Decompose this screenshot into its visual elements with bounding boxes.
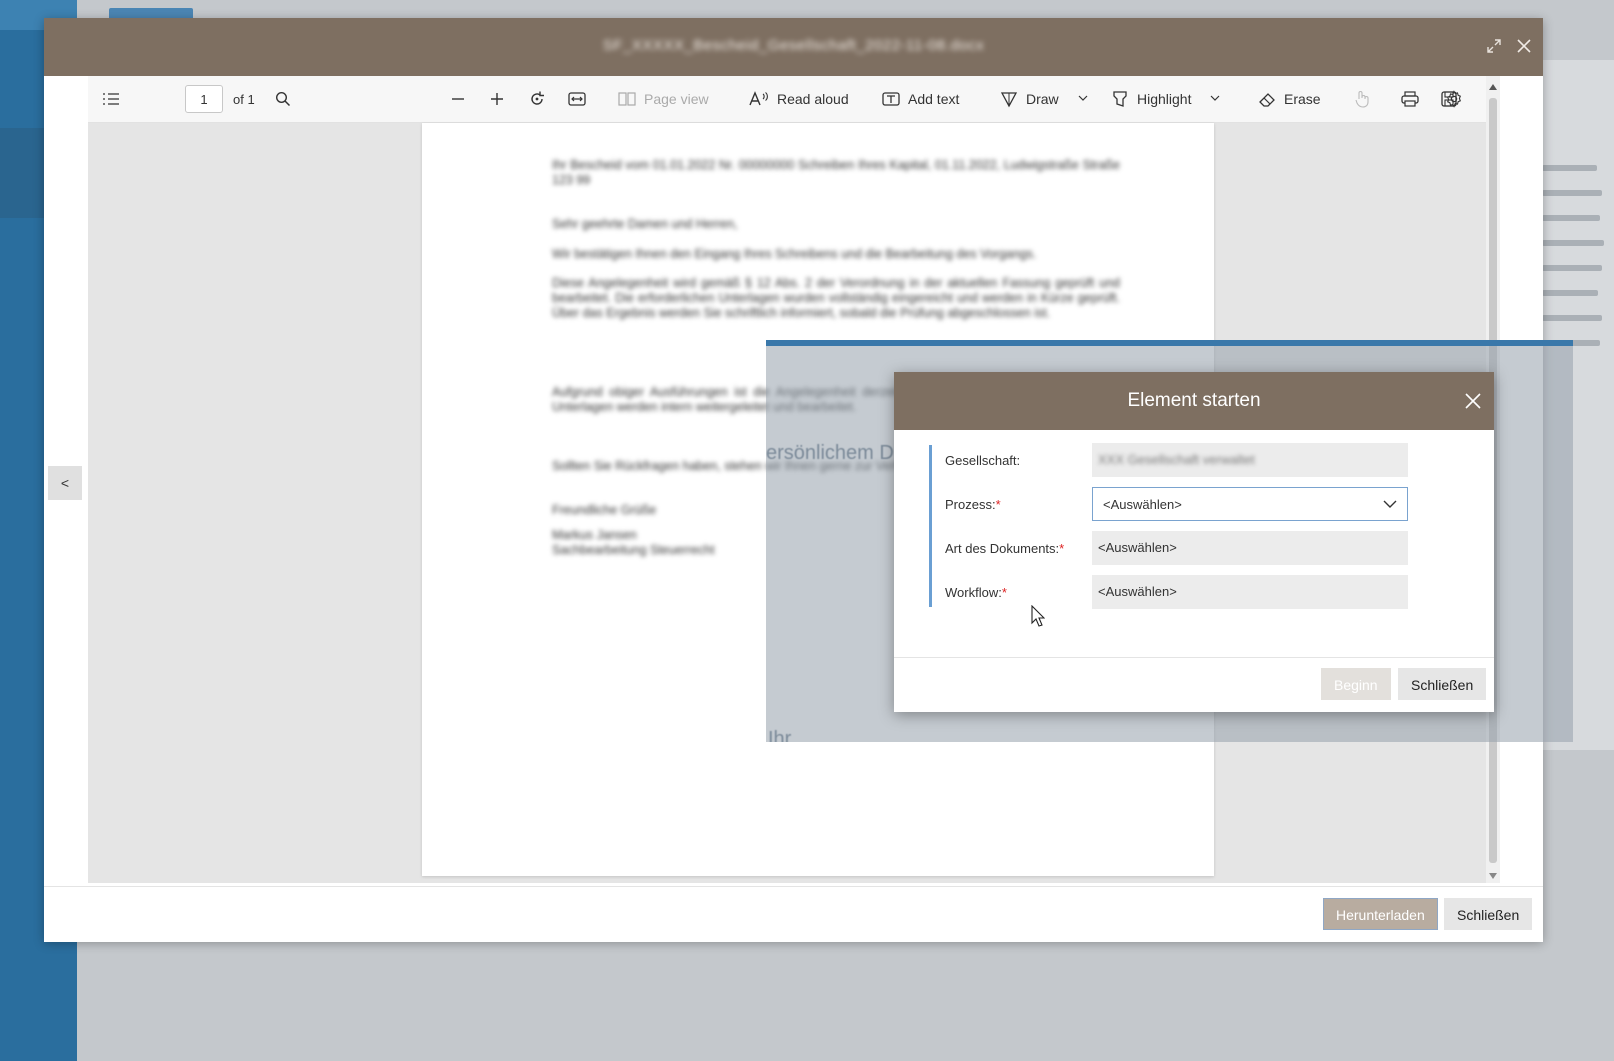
add-text-icon [882, 92, 900, 106]
workflow-label: Workflow:* [945, 585, 1007, 600]
highlight-icon [1113, 91, 1127, 107]
draw-chevron-down-icon [1078, 95, 1088, 101]
draw-icon [1000, 92, 1018, 108]
doc-salutation: Sehr geehrte Damen und Herren, [552, 217, 738, 231]
dialog-close-icon[interactable] [1460, 388, 1486, 414]
process-label: Prozess:* [945, 497, 1001, 512]
document-type-select[interactable]: <Auswählen> [1092, 531, 1408, 565]
document-type-label: Art des Dokuments:* [945, 541, 1065, 556]
page-number-input[interactable]: 1 [185, 85, 223, 113]
company-field: XXX Gesellschaft verwaltet [1092, 443, 1408, 477]
scroll-down-icon [1489, 873, 1497, 879]
scroll-up-icon [1489, 84, 1497, 90]
add-text-label: Add text [908, 91, 960, 107]
add-text-button[interactable]: Add text [882, 76, 959, 122]
process-row: Prozess:* <Auswählen> [932, 487, 1412, 523]
page-view-button[interactable]: Page view [618, 76, 709, 122]
draw-button[interactable]: Draw [1000, 76, 1089, 122]
doc-paragraph-2: Diese Angelegenheit wird gemäß § 12 Abs.… [552, 276, 1120, 320]
dialog-header: Element starten [894, 372, 1494, 430]
doc-reference-line: Ihr Bescheid vom 01.01.2022 Nr. 00000000… [552, 158, 1120, 187]
expand-icon[interactable] [1481, 33, 1507, 59]
highlight-button[interactable]: Highlight [1111, 76, 1221, 122]
ghost-text-1: ersönlichem D [766, 442, 894, 464]
contents-icon[interactable] [102, 76, 120, 122]
read-aloud-label: Read aloud [777, 91, 849, 107]
start-element-dialog: Element starten Gesellschaft: XXX Gesell… [894, 372, 1494, 712]
viewer-footer: Herunterladen Schließen [44, 886, 1543, 942]
settings-gear-icon[interactable] [1445, 76, 1463, 122]
page-view-icon [618, 92, 636, 106]
mouse-cursor-icon [1031, 605, 1045, 627]
read-aloud-button[interactable]: Read aloud [749, 76, 849, 122]
company-label: Gesellschaft: [945, 453, 1021, 468]
zoom-in-icon[interactable] [489, 76, 505, 122]
close-icon[interactable] [1511, 33, 1537, 59]
search-icon[interactable] [275, 76, 291, 122]
page-count: of 1 [233, 91, 255, 107]
highlight-chevron-down-icon [1211, 95, 1220, 101]
pdf-toolbar: 1 of 1 Page view Read aloud Add text Dra… [88, 76, 1486, 123]
viewer-titlebar: SF_XXXXX_Bescheid_Gesellschaft_2022-11-0… [44, 18, 1543, 76]
touch-icon[interactable] [1354, 76, 1370, 122]
viewer-title: SF_XXXXX_Bescheid_Gesellschaft_2022-11-0… [602, 37, 985, 54]
doc-paragraph-1: Wir bestätigen Ihnen den Eingang Ihres S… [552, 247, 1037, 261]
begin-button[interactable]: Beginn [1321, 668, 1391, 700]
document-type-row: Art des Dokuments:* <Auswählen> [932, 531, 1412, 567]
erase-button[interactable]: Erase [1258, 76, 1321, 122]
previous-document-button[interactable]: < [48, 466, 82, 500]
read-aloud-icon [749, 91, 768, 106]
company-row: Gesellschaft: XXX Gesellschaft verwaltet [932, 443, 1412, 479]
dialog-form: Gesellschaft: XXX Gesellschaft verwaltet… [929, 443, 1412, 609]
viewer-close-button[interactable]: Schließen [1444, 898, 1533, 930]
zoom-out-icon[interactable] [450, 76, 466, 122]
fit-width-icon[interactable] [568, 76, 586, 122]
highlight-label: Highlight [1137, 91, 1192, 107]
erase-label: Erase [1284, 91, 1321, 107]
print-icon[interactable] [1401, 76, 1419, 122]
dialog-footer: Beginn Schließen [894, 657, 1494, 713]
download-button[interactable]: Herunterladen [1323, 898, 1438, 930]
workflow-select[interactable]: <Auswählen> [1092, 575, 1408, 609]
draw-label: Draw [1026, 91, 1059, 107]
workflow-row: Workflow:* <Auswählen> [932, 575, 1412, 611]
ghost-text-2: Ihr [768, 728, 792, 742]
rotate-icon[interactable] [528, 76, 546, 122]
chevron-down-icon [1383, 488, 1397, 520]
eraser-icon [1259, 93, 1275, 107]
dialog-title: Element starten [1127, 390, 1261, 411]
dialog-close-button[interactable]: Schließen [1398, 668, 1487, 700]
process-select[interactable]: <Auswählen> [1092, 487, 1408, 521]
page-view-label: Page view [644, 91, 709, 107]
